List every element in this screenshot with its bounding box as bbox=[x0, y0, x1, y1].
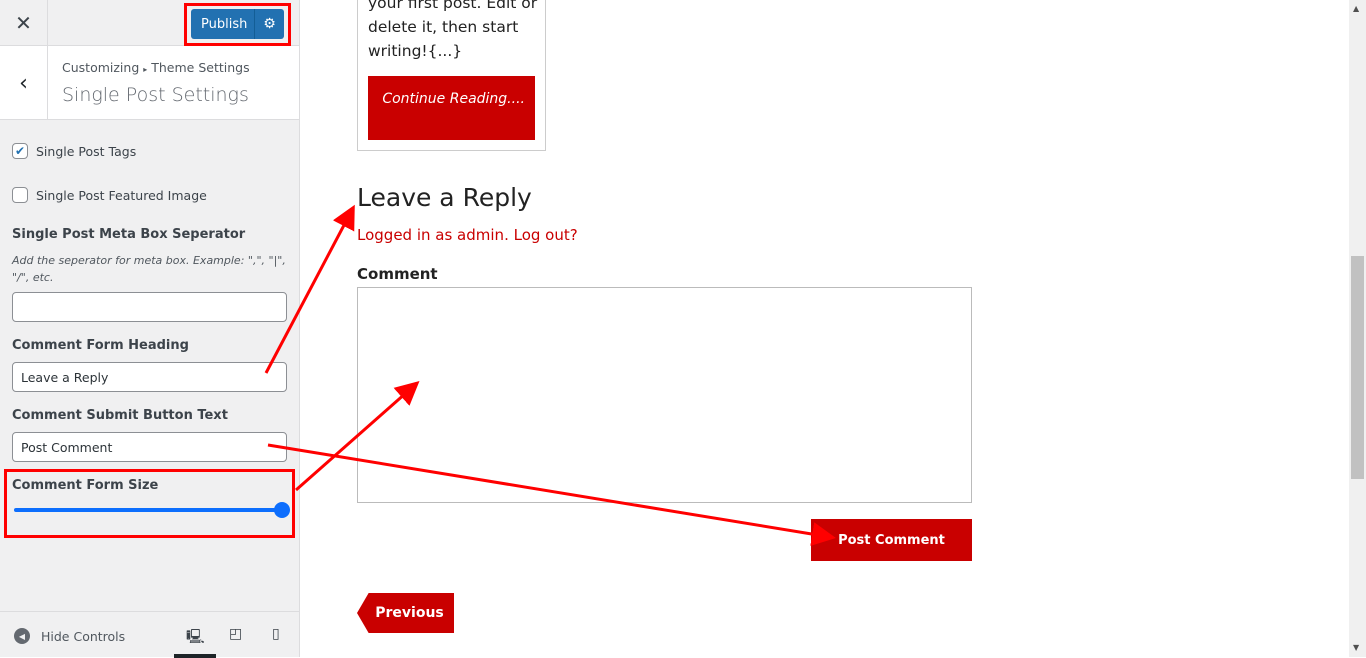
post-comment-button[interactable]: Post Comment bbox=[811, 519, 972, 561]
meta-separator-label: Single Post Meta Box Seperator bbox=[12, 227, 246, 242]
single-post-tags-checkbox[interactable]: ✔ Single Post Tags bbox=[12, 143, 136, 159]
checkbox-label: Single Post Featured Image bbox=[36, 187, 207, 203]
meta-separator-description: Add the seperator for meta box. Example:… bbox=[12, 254, 286, 284]
annotation-highlight bbox=[184, 3, 291, 46]
hide-controls-button[interactable]: ◀ Hide Controls bbox=[14, 628, 125, 644]
scroll-down-icon[interactable]: ▼ bbox=[1353, 643, 1359, 652]
meta-separator-input[interactable] bbox=[12, 292, 287, 322]
back-chevron-icon[interactable]: ‹ bbox=[0, 46, 48, 120]
submit-button-text-input[interactable]: Post Comment bbox=[12, 432, 287, 462]
checkmark-icon[interactable]: ✔ bbox=[12, 143, 28, 159]
logout-link[interactable]: Log out? bbox=[514, 226, 578, 244]
footer-bar: ◀ Hide Controls 🖳 ◰ ▯ bbox=[0, 611, 299, 658]
scrollbar-thumb[interactable] bbox=[1351, 256, 1364, 479]
post-excerpt: your first post. Edit or delete it, then… bbox=[368, 0, 538, 60]
comment-label: Comment bbox=[357, 265, 438, 283]
profile-link[interactable]: Logged in as admin bbox=[357, 226, 504, 244]
breadcrumb-item: Customizing bbox=[62, 60, 140, 75]
hide-controls-label[interactable]: Hide Controls bbox=[41, 629, 125, 644]
section-header: ‹ Customizing ▸ Theme Settings Single Po… bbox=[0, 46, 299, 120]
arrow-left-circle-icon[interactable]: ◀ bbox=[14, 628, 30, 644]
close-icon[interactable]: ✕ bbox=[0, 0, 48, 46]
mobile-icon[interactable]: ▯ bbox=[272, 626, 280, 642]
submit-button-text-label: Comment Submit Button Text bbox=[12, 408, 228, 423]
logged-in-text: Logged in as admin. Log out? bbox=[357, 226, 578, 244]
customizer-sidebar: ✕ Publish ⚙ ‹ Customizing ▸ Theme Settin… bbox=[0, 0, 300, 658]
page-title: Single Post Settings bbox=[62, 84, 249, 106]
checkbox-label: Single Post Tags bbox=[36, 143, 137, 159]
breadcrumb-item: Theme Settings bbox=[151, 60, 250, 75]
tablet-icon[interactable]: ◰ bbox=[229, 626, 242, 642]
scrollbar[interactable]: ▲ ▼ bbox=[1349, 0, 1366, 657]
continue-reading-button[interactable]: Continue Reading.... bbox=[368, 76, 535, 140]
preview-pane: your first post. Edit or delete it, then… bbox=[300, 0, 1349, 657]
selected-device-indicator bbox=[174, 654, 216, 658]
annotation-highlight bbox=[4, 469, 295, 538]
comment-form-heading-label: Comment Form Heading bbox=[12, 338, 189, 353]
comment-textarea[interactable] bbox=[357, 287, 972, 503]
scroll-up-icon[interactable]: ▲ bbox=[1353, 4, 1359, 13]
post-card: your first post. Edit or delete it, then… bbox=[357, 0, 546, 151]
desktop-icon[interactable]: 🖳 bbox=[186, 626, 205, 650]
breadcrumb: Customizing ▸ Theme Settings bbox=[62, 60, 250, 75]
triangle-right-icon: ▸ bbox=[143, 65, 148, 74]
checkbox-box[interactable] bbox=[12, 187, 28, 203]
featured-image-checkbox[interactable]: Single Post Featured Image bbox=[12, 187, 207, 203]
comment-form-heading: Leave a Reply bbox=[357, 183, 532, 212]
comment-form-heading-input[interactable]: Leave a Reply bbox=[12, 362, 287, 392]
previous-post-button[interactable]: Previous bbox=[357, 593, 454, 633]
